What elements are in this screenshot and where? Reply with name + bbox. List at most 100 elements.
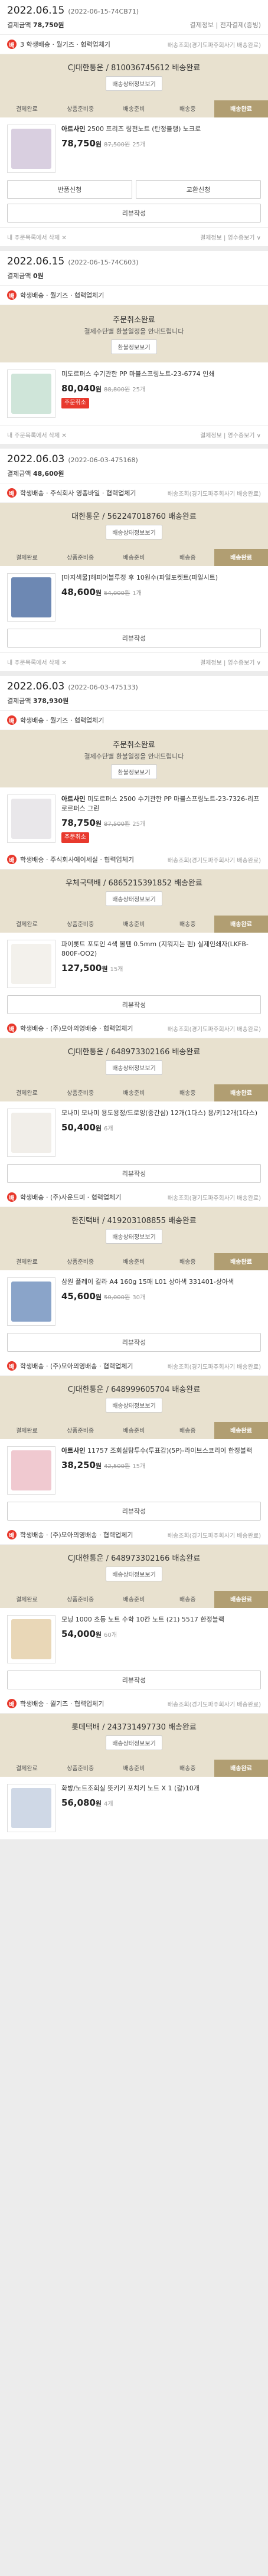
delivery-status-button[interactable]: 배송상태정보보기 <box>106 1398 162 1413</box>
seller-badge-icon: 배 <box>7 40 17 49</box>
product-title: 모닝 1000 초등 노트 수학 10칸 노트 (21) 5517 한정블랙 <box>61 1616 224 1624</box>
exchange-request-button[interactable]: 교환신청 <box>136 180 261 199</box>
order-number[interactable]: (2022-06-03-475133) <box>68 684 138 691</box>
price-value: 56,080 <box>61 1797 96 1809</box>
delivery-status-button[interactable]: 배송상태정보보기 <box>106 1735 162 1751</box>
original-price: 42,500원 <box>104 1463 130 1470</box>
price-unit: 원 <box>95 1462 102 1470</box>
product-price: 45,600원 50,000원 30개 <box>61 1290 261 1303</box>
seller-label[interactable]: 학생배송 · 월기즈 · 협력업체기 <box>20 1699 104 1708</box>
write-review-button[interactable]: 리뷰작성 <box>7 1164 261 1184</box>
return-request-button[interactable]: 반품신청 <box>7 180 132 199</box>
seller-label[interactable]: 학생배송 · (주)모아의영배송 · 협력업체기 <box>20 1361 133 1371</box>
product-thumbnail[interactable] <box>7 370 55 418</box>
write-review-button[interactable]: 리뷰작성 <box>7 204 261 223</box>
order-date: 2022.06.03 <box>7 681 65 692</box>
delete-order-link[interactable]: 내 주문목록에서 삭제 ✕ <box>7 658 67 666</box>
delivery-status-button[interactable]: 배송상태정보보기 <box>106 1060 162 1075</box>
product-name[interactable]: 모닝 1000 초등 노트 수학 10칸 노트 (21) 5517 한정블랙 <box>61 1615 261 1624</box>
product-name[interactable]: [마지색물]해피어블루정 후 10원수(파일포켓트(파일시트) <box>61 573 261 583</box>
product-thumbnail[interactable] <box>7 1446 55 1495</box>
write-review-button[interactable]: 리뷰작성 <box>7 1333 261 1352</box>
total-amount: 0원 <box>32 272 44 280</box>
product-item: 화방/노트조회실 뜻키키 포치키 노트 X 1 (갈)10개 56,080원 4개 <box>0 1777 268 1840</box>
product-name[interactable]: 아트사인 11757 조회실탐투수(투표감)(5P)-라이브스코리이 한정블랙 <box>61 1446 261 1456</box>
product-price: 50,400원 6개 <box>61 1122 261 1135</box>
order-total-label: 결제금액 0원 <box>7 271 44 280</box>
delivery-track-link[interactable]: 배송조회(경기도파주회사기 배송완료) <box>168 489 261 498</box>
write-review-button[interactable]: 리뷰작성 <box>7 629 261 648</box>
seller-label[interactable]: 학생배송 · (주)사운드미 · 협력업체기 <box>20 1192 121 1202</box>
product-thumbnail[interactable] <box>7 1784 55 1833</box>
delivery-status-button[interactable]: 배송상태정보보기 <box>106 1229 162 1244</box>
seller-label[interactable]: 학생배송 · (주)모아의영배송 · 협력업체기 <box>20 1530 133 1539</box>
seller-label[interactable]: 학생배송 · 주식회사에이세실 · 협력업체기 <box>20 855 134 864</box>
delivery-steps: 결제완료 상품준비중 배송준비 배송중 배송완료 <box>0 1250 268 1271</box>
delivery-status-button[interactable]: 배송상태정보보기 <box>106 525 162 540</box>
delivery-title: 우체국택배 / 6865215391852 배송완료 <box>66 879 202 888</box>
receipt-link[interactable]: 결제정보 | 영수증보기 ∨ <box>200 430 261 439</box>
product-thumbnail[interactable] <box>7 1109 55 1158</box>
order-number[interactable]: (2022-06-15-74C603) <box>68 259 138 266</box>
delivery-track-link[interactable]: 배송조회(경기도파주회사기 배송완료) <box>168 1024 261 1033</box>
product-thumbnail[interactable] <box>7 795 55 843</box>
original-price: 87,500원 <box>104 820 130 828</box>
receipt-link[interactable]: 결제정보 | 영수증보기 ∨ <box>200 658 261 666</box>
product-name[interactable]: 파이롯트 포토인 4색 볼펜 0.5mm (지워지는 펜) 실제인쇄자(LKFB… <box>61 940 261 959</box>
product-image <box>11 1450 51 1491</box>
order-number[interactable]: (2022-06-03-475168) <box>68 456 138 464</box>
price-unit: 원 <box>95 1293 102 1302</box>
product-name[interactable]: 모나미 모나미 용도용정/드로잉(중간심) 12개(1다스) 용/키12개(1다… <box>61 1109 261 1118</box>
product-thumbnail[interactable] <box>7 1615 55 1664</box>
price-unit: 원 <box>95 589 102 597</box>
order-total-row: 결제금액 378,930원 <box>0 695 268 711</box>
delivery-status-button[interactable]: 배송상태정보보기 <box>106 76 162 91</box>
order-date: 2022.06.15 <box>7 5 65 17</box>
product-thumbnail[interactable] <box>7 940 55 989</box>
write-review-button[interactable]: 리뷰작성 <box>7 995 261 1015</box>
delivery-step: 결제완료 <box>15 1259 38 1266</box>
delivery-track-link[interactable]: 배송조회(경기도파주회사기 배송완료) <box>168 1531 261 1539</box>
product-name[interactable]: 아트사인 미도르퍼스 2500 수기관한 PP 마블스프링노트-23-7326-… <box>61 795 261 813</box>
product-item: 아트사인 2500 프리즈 링펀노트 (탄정블랭) 노크로 78,750원 87,5… <box>0 117 268 180</box>
delivery-track-link[interactable]: 배송조회(경기도파주회사기 배송완료) <box>168 1362 261 1371</box>
receipt-link[interactable]: 결제정보 | 영수증보기 ∨ <box>200 233 261 241</box>
delivery-step: 배송중 <box>179 555 196 561</box>
delivery-track-link[interactable]: 배송조회(경기도파주회사기 배송완료) <box>168 1193 261 1202</box>
product-thumbnail[interactable] <box>7 1277 55 1326</box>
product-title: 11757 조회실탐투수(투표감)(5P)-라이브스코리이 한정블랙 <box>87 1447 253 1455</box>
product-thumbnail[interactable] <box>7 573 55 622</box>
product-image <box>11 1619 51 1660</box>
delete-order-link[interactable]: 내 주문목록에서 삭제 ✕ <box>7 233 67 241</box>
product-thumbnail[interactable] <box>7 125 55 173</box>
delivery-step: 배송준비 <box>123 1428 145 1435</box>
delivery-step: 상품준비중 <box>67 1766 94 1773</box>
product-name[interactable]: 화방/노트조회실 뜻키키 포치키 노트 X 1 (갈)10개 <box>61 1784 261 1793</box>
seller-label[interactable]: 학생배송 · (주)모아의영배송 · 협력업체기 <box>20 1024 133 1033</box>
seller-label[interactable]: 학생배송 · 주식회사 영종바일 · 협력업체기 <box>20 488 136 498</box>
payment-info-links[interactable]: 결제정보 | 전자결제(증빙) <box>190 20 261 30</box>
seller-label[interactable]: 학생배송 · 월기즈 · 협력업체기 <box>20 290 104 300</box>
order-number[interactable]: (2022-06-15-74CB71) <box>68 8 139 15</box>
write-review-button[interactable]: 리뷰작성 <box>7 1502 261 1521</box>
delivery-track-link[interactable]: 배송조회(경기도파주회사기 배송완료) <box>168 1699 261 1708</box>
cancel-subtitle: 결제수단별 환불일정을 안내드립니다 <box>84 328 184 335</box>
product-name[interactable]: 삼원 플레이 칼라 A4 160g 15매 L01 상아색 331401-상아색 <box>61 1277 261 1287</box>
seller-label[interactable]: 3 학생배송 · 월기즈 · 협력업체기 <box>20 40 110 49</box>
delivery-track-link[interactable]: 배송조회(경기도파주회사기 배송완료) <box>168 40 261 49</box>
product-image <box>11 1282 51 1322</box>
delivery-status-button[interactable]: 배송상태정보보기 <box>106 891 162 907</box>
product-image <box>11 577 51 617</box>
order-header: 2022.06.15 (2022-06-15-74C603) <box>0 251 268 270</box>
product-item: 아트사인 11757 조회실탐투수(투표감)(5P)-라이브스코리이 한정블랙 3… <box>0 1439 268 1502</box>
refund-info-button[interactable]: 환불정보보기 <box>111 764 157 779</box>
write-review-button[interactable]: 리뷰작성 <box>7 1671 261 1690</box>
product-name[interactable]: 미도르퍼스 수기관한 PP 마블스프링노트-23-6774 인쇄 <box>61 370 261 379</box>
seller-label[interactable]: 학생배송 · 월기즈 · 협력업체기 <box>20 715 104 725</box>
product-name[interactable]: 아트사인 2500 프리즈 링펀노트 (탄정블랭) 노크로 <box>61 125 261 134</box>
refund-info-button[interactable]: 환불정보보기 <box>111 339 157 354</box>
delete-order-link[interactable]: 내 주문목록에서 삭제 ✕ <box>7 430 67 439</box>
delivery-status-button[interactable]: 배송상태정보보기 <box>106 1567 162 1582</box>
delivery-track-link[interactable]: 배송조회(경기도파주회사기 배송완료) <box>168 855 261 864</box>
order-date: 2022.06.15 <box>7 256 65 267</box>
